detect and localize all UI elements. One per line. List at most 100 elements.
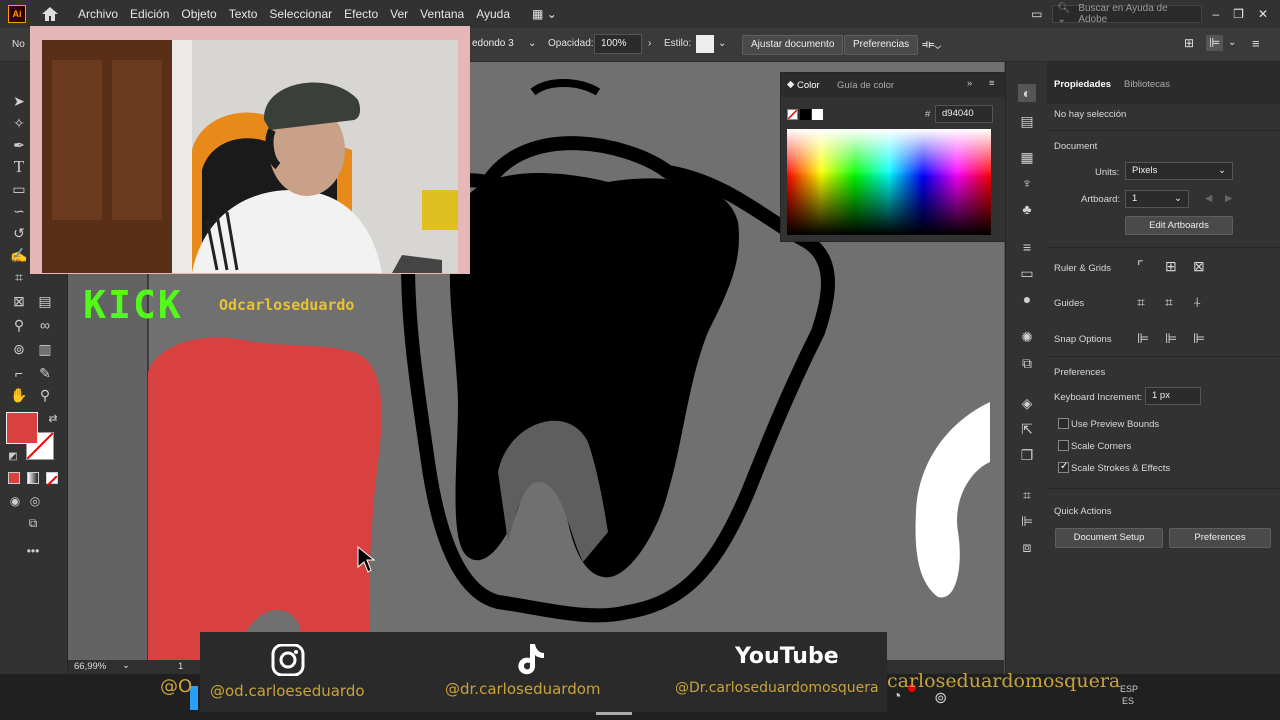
default-colors-icon[interactable]: ◩ — [4, 448, 22, 466]
menu-ayuda[interactable]: Ayuda — [476, 7, 510, 21]
smart-guides-icon[interactable]: ⍭ — [1193, 294, 1201, 311]
align-icon[interactable]: ⊞ — [1184, 36, 1194, 50]
snap-point-icon[interactable]: ⊫ — [1137, 330, 1149, 347]
layers-icon[interactable]: ◈ — [1018, 394, 1036, 412]
black-swatch[interactable] — [800, 109, 811, 120]
fit-document-button[interactable]: Ajustar documento — [742, 35, 844, 55]
layers-doc-icon[interactable]: ▤ — [1018, 112, 1036, 130]
scale-corners-checkbox[interactable] — [1058, 440, 1069, 451]
snap-pixel-icon[interactable]: ⊫ — [1193, 330, 1205, 347]
warp-tool-icon[interactable]: ✍ — [10, 246, 28, 264]
appearance-icon[interactable]: ✺ — [1018, 328, 1036, 346]
snap-grid-icon[interactable]: ⊫ — [1165, 330, 1177, 347]
artboard-tool-icon[interactable]: ⌐ — [10, 364, 28, 382]
collapse-arrow-icon[interactable]: ◆ — [787, 79, 794, 90]
none-swatch[interactable] — [787, 109, 798, 120]
arrange-icon[interactable]: ⟚⌄ — [922, 36, 941, 52]
artboard-select[interactable]: 1 ⌄ — [1125, 190, 1189, 208]
stroke-icon[interactable]: ≡ — [1018, 238, 1036, 256]
tab-libraries[interactable]: Bibliotecas — [1124, 79, 1170, 90]
brush-field[interactable]: edondo 3 ... — [466, 35, 526, 67]
scale-strokes-checkbox[interactable] — [1058, 461, 1069, 473]
menu-objeto[interactable]: Objeto — [181, 7, 216, 21]
rectangle-tool-icon[interactable]: ▭ — [10, 180, 28, 198]
more-tools-icon[interactable]: ••• — [24, 542, 42, 560]
fill-swatch[interactable] — [6, 412, 38, 444]
hand-tool-icon[interactable]: ✋ — [10, 386, 28, 404]
symbol-sprayer-icon[interactable]: ⊚ — [10, 340, 28, 358]
export-icon[interactable]: ⇱ — [1018, 420, 1036, 438]
slice-tool-icon[interactable]: ✎ — [36, 364, 54, 382]
artboard-number[interactable]: 1 — [178, 661, 183, 672]
eyedropper-icon[interactable]: ⚲ — [10, 316, 28, 334]
menu-lines-icon[interactable]: ≡ — [1252, 36, 1260, 51]
chevron-right-icon[interactable]: › — [648, 38, 651, 49]
brushes-icon[interactable]: ♆ — [1018, 174, 1036, 192]
graph-tool-icon[interactable]: ▥ — [36, 340, 54, 358]
snap-icon[interactable]: ⊫ — [1206, 35, 1224, 51]
ruler-icon[interactable]: ⌜ — [1137, 258, 1144, 275]
zoom-level[interactable]: 66,99% — [74, 661, 106, 672]
align-panel-icon[interactable]: ⊫ — [1018, 512, 1036, 530]
rotate-tool-icon[interactable]: ↺ — [10, 224, 28, 242]
transform-icon[interactable]: ⌗ — [1018, 486, 1036, 504]
chevron-down-icon[interactable]: ⌄ — [718, 38, 726, 49]
next-artboard-icon[interactable]: ▶ — [1225, 193, 1232, 204]
hex-input[interactable]: d94040 — [935, 105, 993, 123]
lock-guides-icon[interactable]: ⌗ — [1165, 294, 1173, 311]
prev-artboard-icon[interactable]: ◀ — [1205, 193, 1212, 204]
color-spectrum[interactable] — [787, 129, 991, 235]
none-mode-icon[interactable] — [46, 472, 58, 487]
chevron-down-icon[interactable]: ⌄ — [1228, 37, 1236, 48]
menu-ver[interactable]: Ver — [390, 7, 408, 21]
pathfinder-icon[interactable]: ⧈ — [1018, 538, 1036, 556]
magic-wand-icon[interactable]: ✧ — [10, 114, 28, 132]
selection-tool-icon[interactable]: ➤ — [10, 92, 28, 110]
menu-efecto[interactable]: Efecto — [344, 7, 378, 21]
show-guides-icon[interactable]: ⌗ — [1137, 294, 1145, 311]
swap-colors-icon[interactable]: ⇄ — [44, 410, 62, 428]
menu-archivo[interactable]: Archivo — [78, 7, 118, 21]
close-icon[interactable]: ✕ — [1258, 7, 1268, 21]
symbols-icon[interactable]: ♣ — [1018, 200, 1036, 218]
type-tool-icon[interactable]: T — [10, 158, 28, 176]
tab-properties[interactable]: Propiedades — [1054, 79, 1111, 90]
swatches-icon[interactable]: ▦ — [1018, 148, 1036, 166]
language-indicator-sub[interactable]: ES — [1122, 696, 1134, 706]
white-swatch[interactable] — [812, 109, 823, 120]
restore-icon[interactable]: ❐ — [1233, 7, 1244, 21]
panel-toggle-icon[interactable]: ▭ — [1031, 7, 1042, 21]
draw-behind-icon[interactable]: ◎ — [26, 492, 44, 510]
preferences-button[interactable]: Preferencias — [844, 35, 919, 55]
workspace-switcher-icon[interactable]: ▦ ⌄ — [532, 7, 557, 21]
menu-seleccionar[interactable]: Seleccionar — [269, 7, 332, 21]
home-icon[interactable] — [40, 5, 60, 23]
keyboard-increment-input[interactable]: 1 px — [1145, 387, 1201, 405]
tab-color[interactable]: Color — [797, 80, 820, 91]
panel-menu-icon[interactable]: ≡ — [989, 78, 995, 89]
menu-edicion[interactable]: Edición — [130, 7, 169, 21]
graphic-styles-icon[interactable]: ⧉ — [1018, 354, 1036, 372]
shape-builder-icon[interactable]: ⌗ — [10, 268, 28, 286]
document-setup-button[interactable]: Document Setup — [1055, 528, 1163, 548]
help-search[interactable]: 🔍︎⌄ Buscar en Ayuda de Adobe — [1052, 3, 1203, 25]
minimize-icon[interactable]: – — [1212, 7, 1219, 21]
use-preview-bounds-checkbox[interactable] — [1058, 418, 1069, 429]
artboards-icon[interactable]: ❐ — [1018, 446, 1036, 464]
color-mode-icon[interactable] — [8, 472, 20, 484]
gradient-icon[interactable]: ▭ — [1018, 264, 1036, 282]
chevron-down-icon[interactable]: ⌄ — [528, 38, 536, 49]
properties-icon[interactable]: ◐ — [1018, 84, 1036, 102]
preferences-quick-button[interactable]: Preferences — [1169, 528, 1271, 548]
transparency-icon[interactable]: ● — [1018, 290, 1036, 308]
menu-texto[interactable]: Texto — [229, 7, 258, 21]
grid-icon[interactable]: ⊞ — [1165, 258, 1177, 275]
gradient-mode-icon[interactable] — [27, 472, 39, 484]
screen-mode-icon[interactable]: ⧉ — [24, 514, 42, 532]
style-swatch[interactable] — [696, 35, 714, 53]
brush-tool-icon[interactable]: ∽ — [10, 202, 28, 220]
draw-normal-icon[interactable]: ◉ — [6, 492, 24, 510]
opacity-field[interactable]: 100% — [594, 34, 642, 54]
zoom-tool-icon[interactable]: ⚲ — [36, 386, 54, 404]
pen-tool-icon[interactable]: ✒ — [10, 136, 28, 154]
